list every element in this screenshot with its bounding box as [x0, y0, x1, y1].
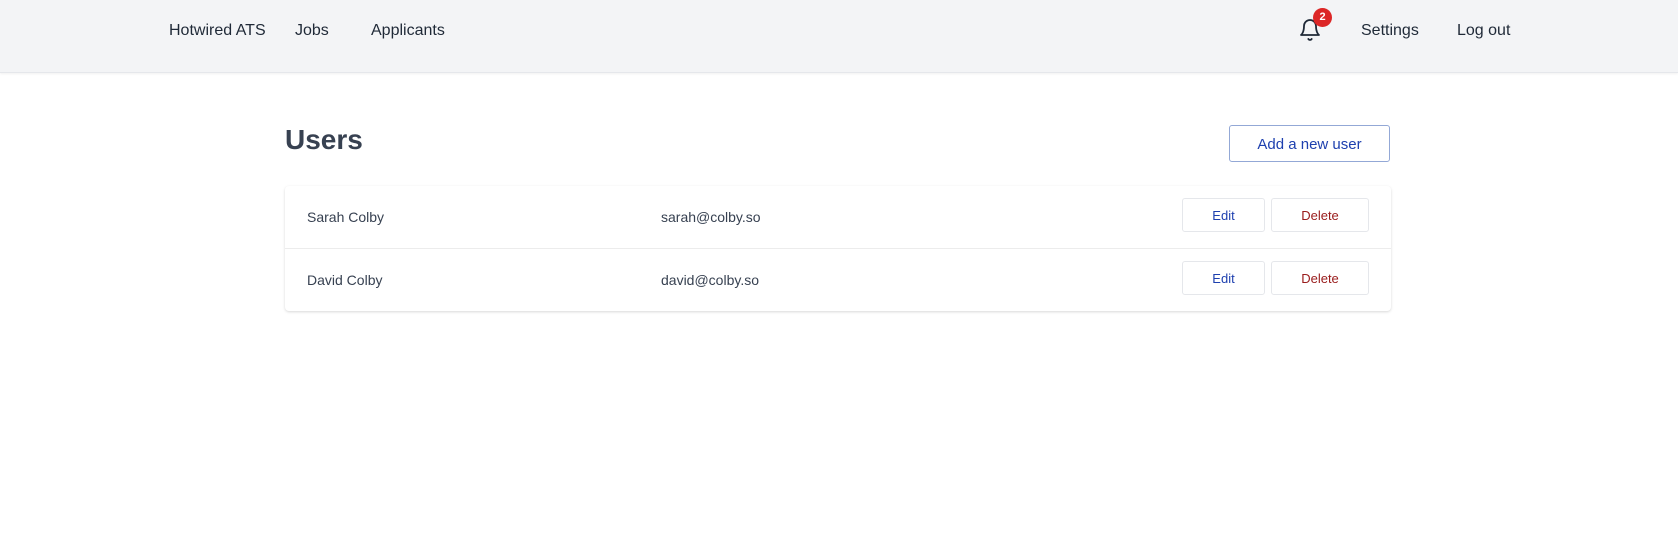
nav-jobs-link[interactable]: Jobs [295, 20, 329, 42]
brand-link[interactable]: Hotwired ATS [169, 20, 266, 42]
add-user-button[interactable]: Add a new user [1229, 125, 1390, 162]
top-navigation-bar: Hotwired ATS Jobs Applicants 2 Settings … [0, 0, 1678, 73]
user-list: Sarah Colby sarah@colby.so Edit Delete D… [285, 186, 1391, 311]
notification-count-badge: 2 [1313, 8, 1332, 27]
user-email: sarah@colby.so [661, 209, 761, 225]
edit-user-button[interactable]: Edit [1182, 198, 1265, 232]
nav-settings-link[interactable]: Settings [1361, 20, 1419, 42]
page-title: Users [285, 124, 363, 155]
user-email: david@colby.so [661, 272, 759, 288]
user-name: Sarah Colby [307, 209, 385, 225]
user-name: David Colby [307, 272, 383, 288]
delete-user-button[interactable]: Delete [1271, 198, 1369, 232]
delete-user-button[interactable]: Delete [1271, 261, 1369, 295]
edit-user-button[interactable]: Edit [1182, 261, 1265, 295]
logout-link[interactable]: Log out [1457, 20, 1510, 42]
user-row: Sarah Colby sarah@colby.so Edit Delete [285, 186, 1391, 249]
nav-applicants-link[interactable]: Applicants [371, 20, 445, 42]
user-row: David Colby david@colby.so Edit Delete [285, 249, 1391, 312]
